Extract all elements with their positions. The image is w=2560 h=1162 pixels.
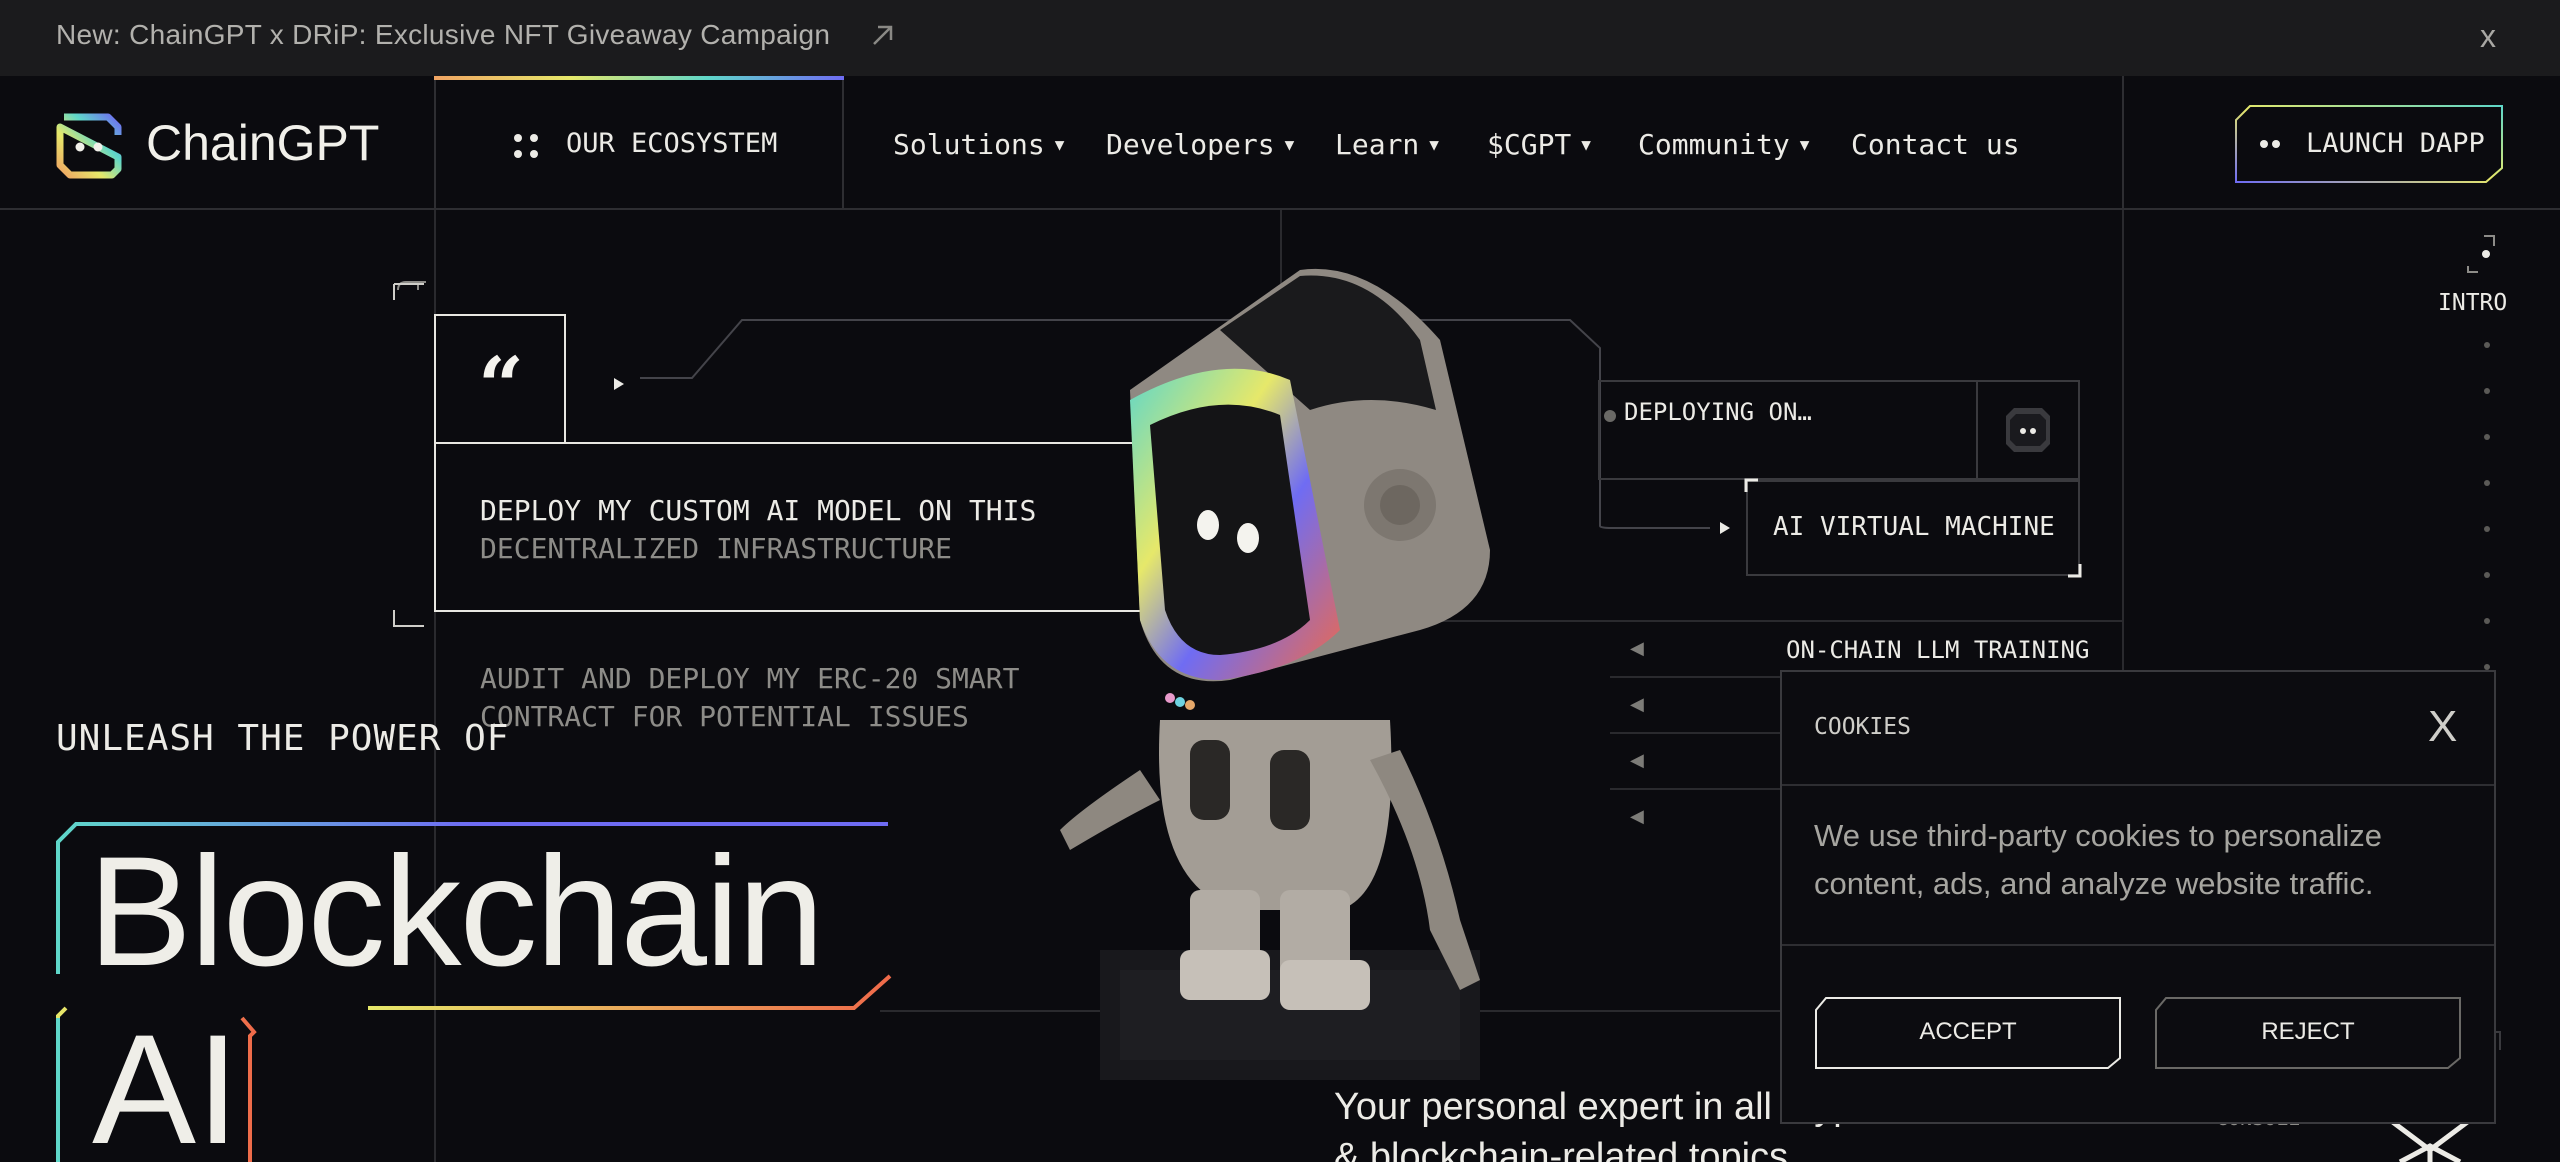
grid-line <box>1610 732 1780 734</box>
headline-line2: AI <box>92 1003 240 1162</box>
side-nav-dot[interactable] <box>2484 342 2490 348</box>
nav-developers[interactable]: Developers ▼ <box>1106 128 1294 161</box>
chevron-down-icon: ▼ <box>1054 135 1065 154</box>
launch-dapp-label: LAUNCH DAPP <box>2306 128 2485 159</box>
nav-contact[interactable]: Contact us <box>1851 128 2020 161</box>
chaingpt-logo-icon[interactable] <box>54 111 124 181</box>
headline-line1: Blockchain <box>88 825 824 999</box>
ecosystem-gradient-bar <box>434 76 844 80</box>
robot-mascot-illustration <box>1060 268 1490 1080</box>
header-divider <box>2122 76 2124 210</box>
side-nav-dot[interactable] <box>2484 388 2490 394</box>
arrow-up-right-icon[interactable] <box>868 20 898 50</box>
chevron-down-icon: ▼ <box>1581 135 1591 154</box>
nav-solutions[interactable]: Solutions ▼ <box>893 128 1064 161</box>
announcement-close-button[interactable]: x <box>2480 16 2496 56</box>
cookie-dialog-title: COOKIES <box>1814 714 1911 740</box>
divider <box>1782 784 2494 786</box>
robot-face-icon <box>2006 408 2050 452</box>
accept-label: ACCEPT <box>1919 1018 2017 1045</box>
chevron-down-icon: ▼ <box>1799 135 1810 154</box>
chevron-down-icon: ▼ <box>1429 135 1439 154</box>
prompt-next-line1[interactable]: AUDIT AND DEPLOY MY ERC-20 SMART <box>480 662 1019 695</box>
grid-line <box>1610 788 1780 790</box>
prompt-next-line2: CONTRACT FOR POTENTIAL ISSUES <box>480 700 969 733</box>
caret-left-icon: ◀ <box>1630 694 1644 714</box>
side-nav-dot[interactable] <box>2484 618 2490 624</box>
caret-left-icon: ◀ <box>1630 806 1644 826</box>
nav-cgpt[interactable]: $CGPT ▼ <box>1487 128 1591 161</box>
prompt-active-line1: DEPLOY MY CUSTOM AI MODEL ON THIS <box>480 494 1037 527</box>
caret-left-icon: ◀ <box>1630 750 1644 770</box>
side-nav-bracket-icon <box>2467 235 2495 273</box>
side-nav-dot[interactable] <box>2484 572 2490 578</box>
quote-icon: “ <box>478 339 525 433</box>
ecosystem-label: OUR ECOSYSTEM <box>566 128 778 159</box>
hero-subtitle-line2: & blockchain-related topics <box>1334 1136 1789 1162</box>
caret-left-icon: ◀ <box>1630 638 1644 658</box>
announcement-link[interactable]: New: ChainGPT x DRiP: Exclusive NFT Give… <box>56 19 830 51</box>
grid-line <box>1610 676 1780 678</box>
cookie-message-line1: We use third-party cookies to personaliz… <box>1814 818 2383 853</box>
logo-wordmark[interactable]: ChainGPT <box>146 114 379 172</box>
cookie-message-line2: content, ads, and analyze website traffi… <box>1814 866 2374 901</box>
nav-community[interactable]: Community ▼ <box>1638 128 1809 161</box>
side-nav-intro[interactable]: INTRO <box>2438 290 2507 316</box>
deploying-label: DEPLOYING ON… <box>1624 398 1812 426</box>
deploying-panel <box>1598 380 1978 480</box>
cookie-close-button[interactable]: X <box>2428 702 2457 752</box>
side-nav-dot[interactable] <box>2484 526 2490 532</box>
reject-label: REJECT <box>2261 1018 2355 1045</box>
prompt-active-line2: DECENTRALIZED INFRASTRUCTURE <box>480 532 953 565</box>
grid-dots-icon <box>514 134 538 158</box>
side-nav-dot[interactable] <box>2484 480 2490 486</box>
nav-learn[interactable]: Learn ▼ <box>1335 128 1439 161</box>
virtual-machine-label: AI VIRTUAL MACHINE <box>1773 512 2055 542</box>
hero-eyebrow: UNLEASH THE POWER OF <box>56 718 510 759</box>
side-nav-dot[interactable] <box>2484 434 2490 440</box>
llm-training-label: ON-CHAIN LLM TRAINING <box>1786 636 2090 664</box>
chevron-down-icon: ▼ <box>1284 135 1295 154</box>
divider <box>1782 944 2494 946</box>
hero-subtitle-line1: Your personal expert in all cryp <box>1334 1086 1855 1128</box>
grid-line <box>2122 210 2124 670</box>
